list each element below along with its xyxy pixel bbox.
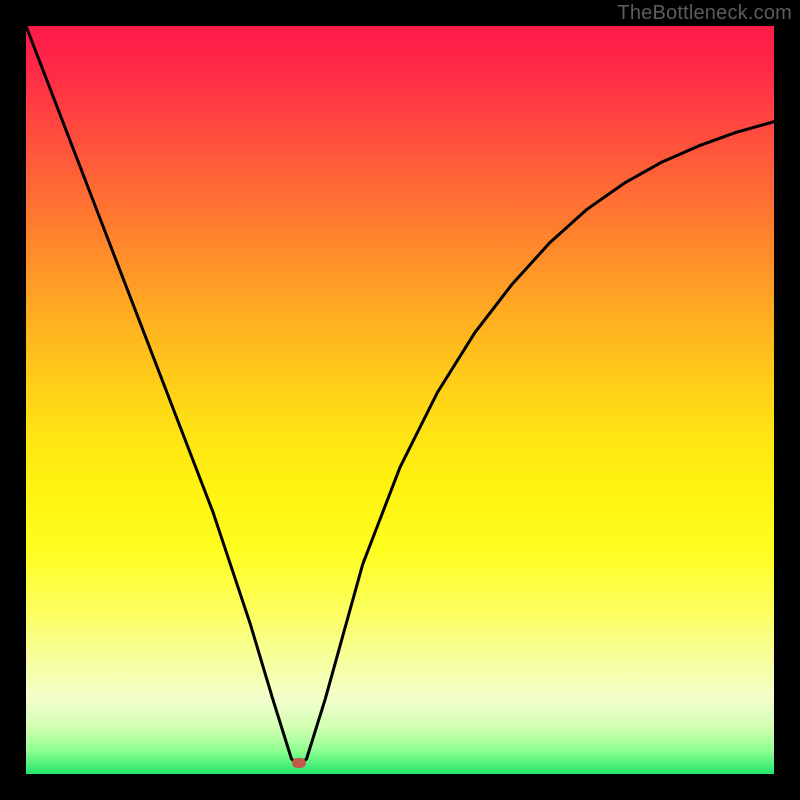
optimal-point-marker (292, 758, 306, 768)
plot-area (26, 26, 774, 774)
bottleneck-curve (26, 26, 774, 765)
curve-layer (26, 26, 774, 774)
chart-canvas: TheBottleneck.com (0, 0, 800, 800)
watermark-text: TheBottleneck.com (617, 2, 792, 25)
